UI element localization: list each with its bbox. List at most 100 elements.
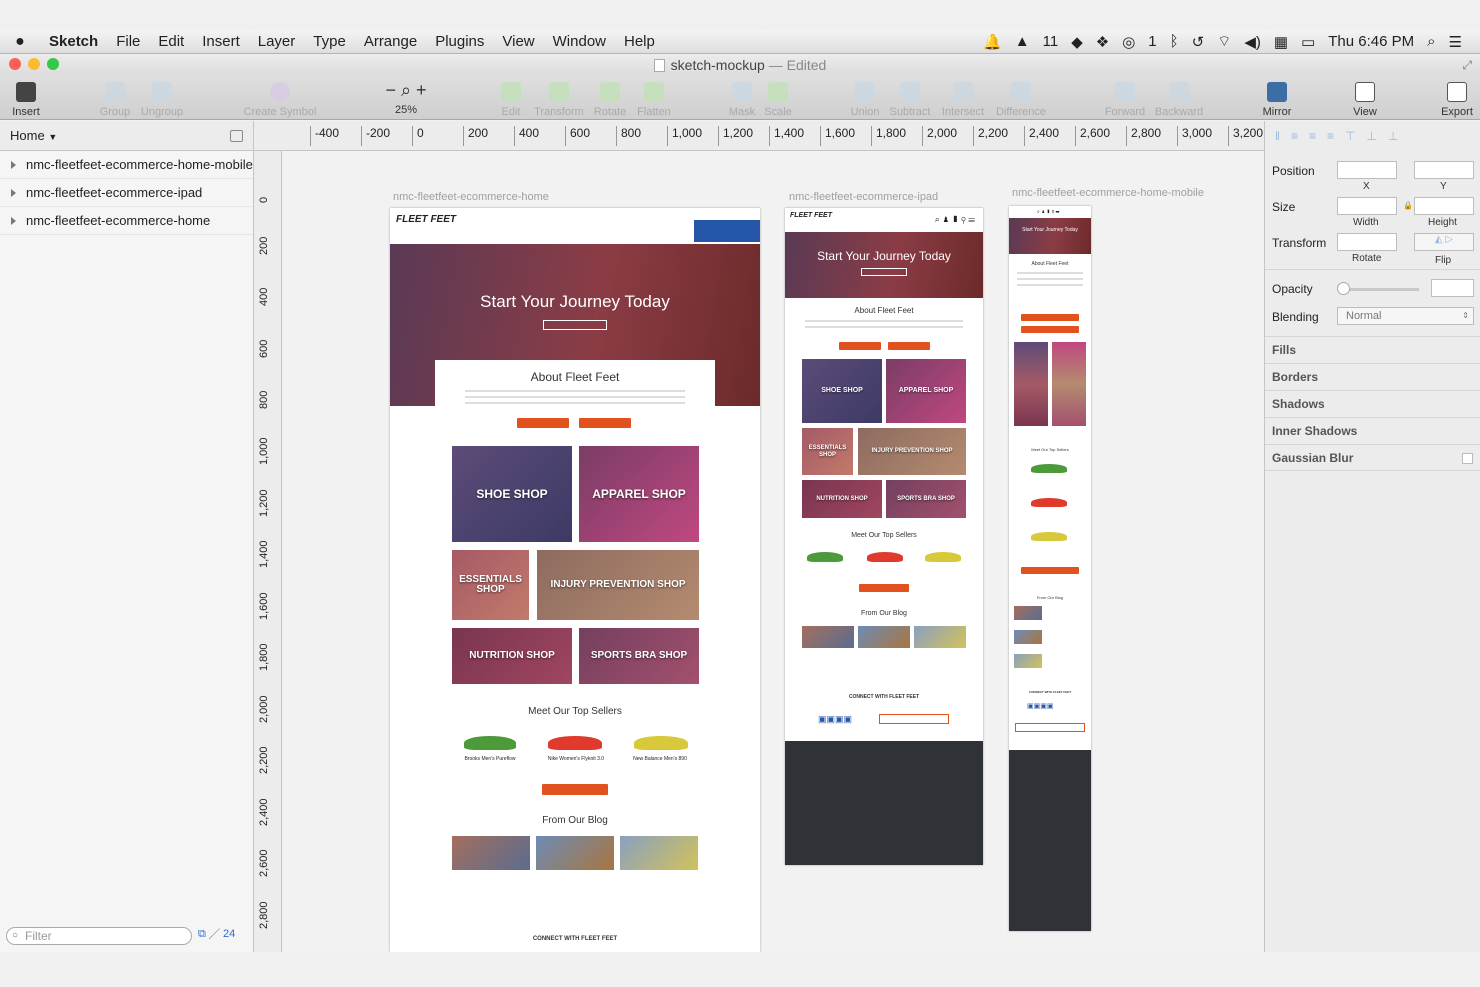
pages-toggle-icon[interactable]: [230, 130, 243, 142]
y-field[interactable]: [1414, 161, 1474, 179]
artboard-ipad[interactable]: FLEET FEET ⌕ ♟ ▮ ⚲ ☰ Start Your Journey …: [785, 208, 983, 865]
tile-essentials-shop[interactable]: ESSENTIALS SHOP: [802, 428, 853, 475]
artboard-home[interactable]: FLEET FEET Start Your Journey Today Abou…: [390, 208, 760, 952]
hero-cta-button[interactable]: [543, 320, 607, 330]
artboard-label-mobile[interactable]: nmc-fleetfeet-ecommerce-home-mobile: [1012, 187, 1204, 199]
product-image[interactable]: [925, 552, 961, 562]
height-field[interactable]: [1414, 197, 1474, 215]
menu-arrange[interactable]: Arrange: [355, 30, 426, 54]
page-selector[interactable]: Home ▼: [0, 121, 254, 151]
scale-button[interactable]: Scale: [763, 78, 793, 118]
forward-button[interactable]: Forward: [1102, 78, 1148, 118]
fullscreen-icon[interactable]: ⤢: [1462, 54, 1472, 76]
tile-sports-bra-shop[interactable]: SPORTS BRA SHOP: [579, 628, 699, 684]
clock[interactable]: Thu 6:46 PM: [1328, 33, 1414, 50]
flatten-button[interactable]: Flatten: [634, 78, 674, 118]
product-image[interactable]: [1031, 464, 1067, 473]
shop-all-button[interactable]: [542, 784, 608, 795]
nav-icons[interactable]: ⌕ ♟ ▮ ⚲ ☰: [935, 214, 975, 225]
menu-window[interactable]: Window: [544, 30, 615, 54]
x-field[interactable]: [1337, 161, 1397, 179]
ungroup-button[interactable]: Ungroup: [138, 78, 186, 118]
product-name[interactable]: New Balance Men's 890: [624, 756, 696, 762]
lock-icon[interactable]: 🔒: [1403, 201, 1413, 210]
product-name[interactable]: Nike Women's Flyknit 3.0: [538, 756, 614, 762]
bluetooth-icon[interactable]: ᛒ: [1170, 33, 1179, 50]
menu-edit[interactable]: Edit: [149, 30, 193, 54]
product-image[interactable]: [1031, 532, 1067, 541]
mirror-button[interactable]: Mirror: [1258, 78, 1296, 118]
intersect-button[interactable]: Intersect: [940, 78, 986, 118]
gaussian-blur-checkbox[interactable]: [1462, 453, 1473, 464]
quality-button[interactable]: [1021, 314, 1079, 321]
nav-icons[interactable]: ⌕ ♟ ▮ ⚲ ☰: [1037, 209, 1059, 215]
volume-icon[interactable]: ◀): [1244, 33, 1261, 51]
menu-view[interactable]: View: [493, 30, 543, 54]
tile-apparel-shop[interactable]: APPAREL SHOP: [886, 359, 966, 423]
more-about-button[interactable]: [579, 418, 631, 428]
minimize-window-button[interactable]: [28, 58, 40, 70]
transform-button[interactable]: Transform: [532, 78, 586, 118]
shop-all-button[interactable]: [1021, 567, 1079, 574]
artboard-mobile[interactable]: ⌕ ♟ ▮ ⚲ ☰ Start Your Journey Today About…: [1009, 206, 1091, 931]
sync-icon[interactable]: ◎: [1122, 33, 1135, 51]
product-image[interactable]: [1031, 498, 1067, 507]
menu-help[interactable]: Help: [615, 30, 664, 54]
close-window-button[interactable]: [9, 58, 21, 70]
shop-tiles-right[interactable]: [1052, 342, 1086, 426]
fills-section[interactable]: Fills: [1265, 336, 1480, 363]
blog-image[interactable]: [620, 836, 698, 870]
backward-button[interactable]: Backward: [1154, 78, 1204, 118]
union-button[interactable]: Union: [848, 78, 882, 118]
edit-button[interactable]: Edit: [497, 78, 525, 118]
more-about-button[interactable]: [1021, 326, 1079, 333]
tile-injury-prevention-shop[interactable]: INJURY PREVENTION SHOP: [858, 428, 966, 475]
menu-insert[interactable]: Insert: [193, 30, 249, 54]
menu-app[interactable]: Sketch: [40, 30, 107, 54]
blog-image[interactable]: [858, 626, 910, 648]
group-button[interactable]: Group: [97, 78, 133, 118]
tile-injury-prevention-shop[interactable]: INJURY PREVENTION SHOP: [537, 550, 699, 620]
menu-plugins[interactable]: Plugins: [426, 30, 493, 54]
blog-image[interactable]: [452, 836, 530, 870]
blog-image[interactable]: [536, 836, 614, 870]
blog-image[interactable]: [802, 626, 854, 648]
gaussian-blur-section[interactable]: Gaussian Blur: [1265, 444, 1480, 471]
blog-image[interactable]: [1014, 654, 1042, 668]
opacity-slider-knob[interactable]: [1337, 282, 1350, 295]
social-icons[interactable]: ▣▣▣▣: [1027, 702, 1053, 710]
shop-tiles-left[interactable]: [1014, 342, 1048, 426]
blog-image[interactable]: [914, 626, 966, 648]
spotlight-icon[interactable]: ⌕: [1427, 33, 1435, 50]
layer-item-ipad[interactable]: nmc-fleetfeet-ecommerce-ipad: [0, 179, 253, 207]
subtract-button[interactable]: Subtract: [886, 78, 934, 118]
time-machine-icon[interactable]: ↺: [1192, 33, 1205, 51]
tile-shoe-shop[interactable]: SHOE SHOP: [802, 359, 882, 423]
apple-icon[interactable]: ●: [0, 33, 40, 51]
tile-apparel-shop[interactable]: APPAREL SHOP: [579, 446, 699, 542]
layer-item-mobile[interactable]: nmc-fleetfeet-ecommerce-home-mobile: [0, 151, 253, 179]
blending-select[interactable]: Normal ⇕: [1337, 307, 1474, 325]
inner-shadows-section[interactable]: Inner Shadows: [1265, 417, 1480, 444]
bell-icon[interactable]: 🔔: [983, 33, 1002, 51]
product-image[interactable]: [634, 736, 688, 750]
hero-cta-button[interactable]: [861, 268, 907, 276]
artboard-label-ipad[interactable]: nmc-fleetfeet-ecommerce-ipad: [789, 191, 938, 203]
product-image[interactable]: [867, 552, 903, 562]
newsletter-input[interactable]: [1015, 723, 1085, 732]
vertical-ruler[interactable]: 0 200 400 600 800 1,000 1,200 1,400 1,60…: [254, 151, 282, 952]
social-icons[interactable]: ▣▣▣▣: [818, 714, 852, 725]
tile-essentials-shop[interactable]: ESSENTIALS SHOP: [452, 550, 529, 620]
export-button[interactable]: Export: [1438, 78, 1476, 118]
more-about-button[interactable]: [888, 342, 930, 350]
product-image[interactable]: [807, 552, 843, 562]
flip-buttons[interactable]: ◭ ▷: [1414, 233, 1474, 251]
tile-shoe-shop[interactable]: SHOE SHOP: [452, 446, 572, 542]
tile-nutrition-shop[interactable]: NUTRITION SHOP: [802, 480, 882, 518]
rotate-button[interactable]: Rotate: [592, 78, 628, 118]
difference-button[interactable]: Difference: [994, 78, 1048, 118]
product-image[interactable]: [464, 736, 516, 750]
product-image[interactable]: [548, 736, 602, 750]
horizontal-ruler[interactable]: -400 -200 0 200 400 600 800 1,000 1,200 …: [282, 124, 1264, 148]
view-button[interactable]: View: [1346, 78, 1384, 118]
